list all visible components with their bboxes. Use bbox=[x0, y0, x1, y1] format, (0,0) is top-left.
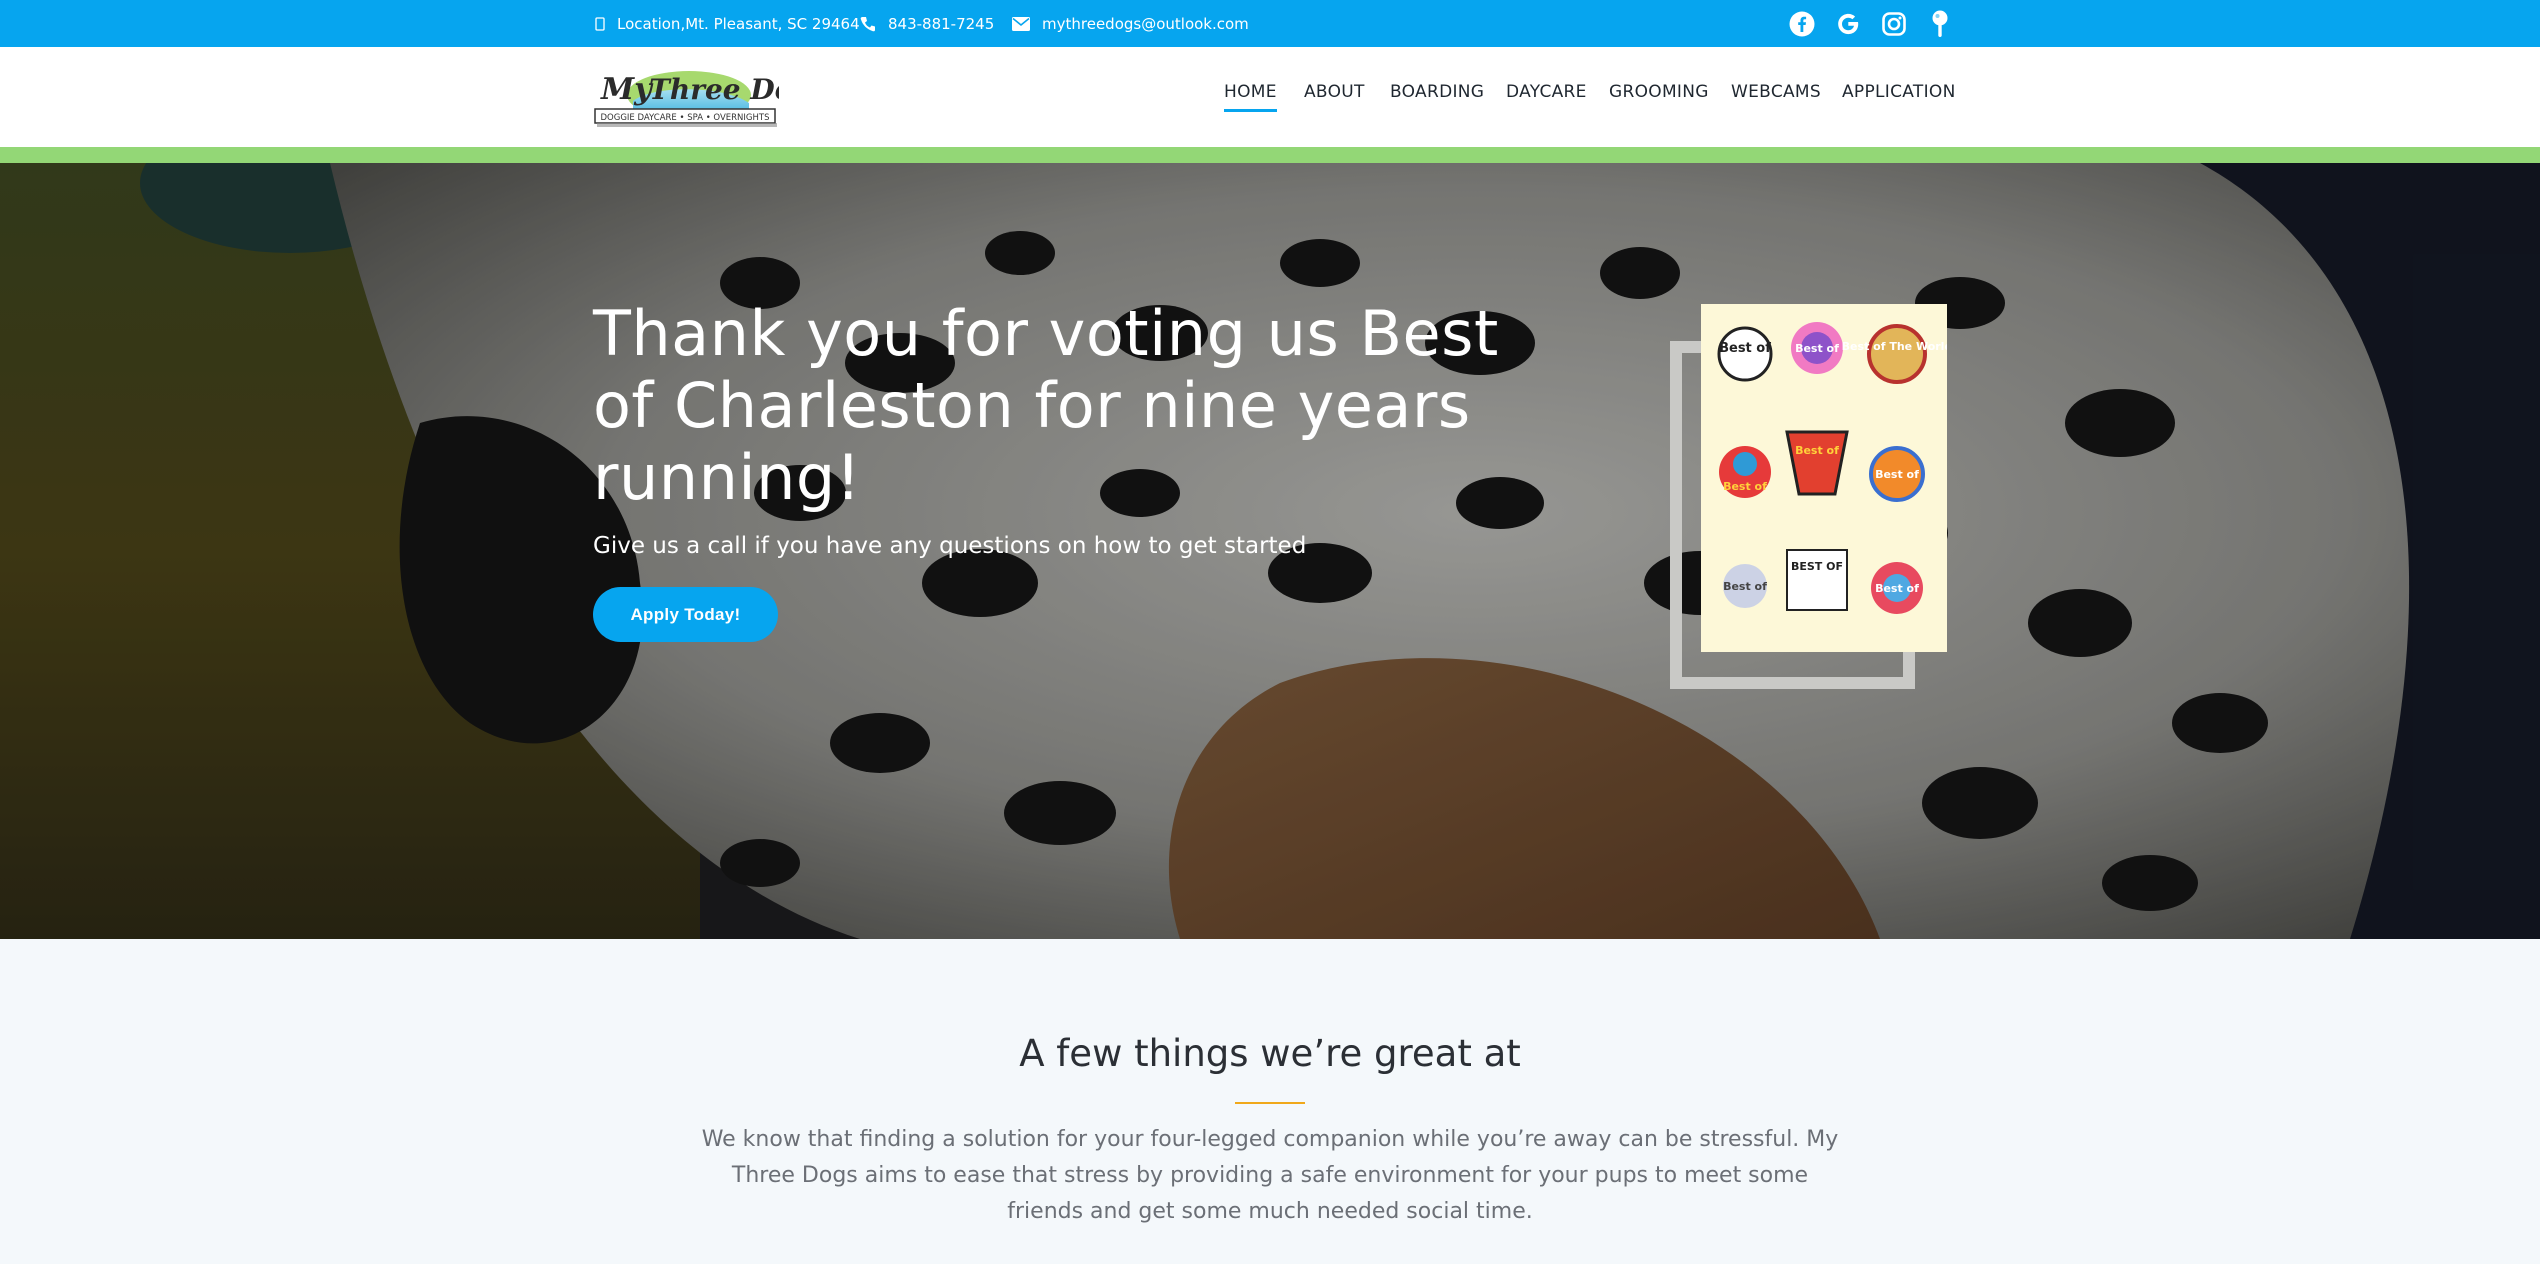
badge-3: Best of The World bbox=[1842, 340, 1947, 353]
nav-grooming[interactable]: GROOMING bbox=[1609, 82, 1709, 102]
location-text: Location,Mt. Pleasant, SC 29464 bbox=[617, 14, 860, 33]
phone-text[interactable]: 843-881-7245 bbox=[888, 15, 994, 33]
svg-text:My: My bbox=[600, 72, 654, 107]
badge-9: Best of bbox=[1875, 582, 1919, 595]
badge-8: BEST OF bbox=[1791, 560, 1843, 573]
section-description: We know that finding a solution for your… bbox=[701, 1127, 1839, 1224]
instagram-icon[interactable] bbox=[1880, 10, 1908, 38]
email-text[interactable]: mythreedogs@outlook.com bbox=[1042, 15, 1249, 33]
hero-title: Thank you for voting us Best of Charlest… bbox=[593, 297, 1499, 514]
nav-application[interactable]: APPLICATION bbox=[1842, 82, 1956, 102]
best-of-charleston-awards: Best of Best of Best of The World Best o… bbox=[1701, 304, 1952, 652]
nav-about[interactable]: ABOUT bbox=[1304, 82, 1365, 102]
hero-banner: Thank you for voting us Best of Charlest… bbox=[0, 163, 2540, 939]
top-contact-bar: Location,Mt. Pleasant, SC 29464 843-881-… bbox=[0, 0, 2540, 47]
svg-text:DOGGIE DAYCARE • SPA • OVERNIG: DOGGIE DAYCARE • SPA • OVERNIGHTS bbox=[601, 113, 770, 123]
facebook-icon[interactable] bbox=[1788, 10, 1816, 38]
badge-7: Best of bbox=[1723, 580, 1767, 593]
nav-daycare[interactable]: DAYCARE bbox=[1506, 82, 1587, 102]
nav-boarding[interactable]: BOARDING bbox=[1390, 82, 1484, 102]
badge-5: Best of bbox=[1795, 444, 1839, 457]
accent-stripe bbox=[0, 147, 2540, 163]
my-three-dogs-logo[interactable]: My Three Dogs DOGGIE DAYCARE • SPA • OVE… bbox=[593, 65, 829, 131]
google-icon[interactable] bbox=[1834, 10, 1862, 38]
apply-today-button[interactable]: Apply Today! bbox=[593, 587, 778, 642]
svg-text:Three Dogs: Three Dogs bbox=[649, 73, 779, 106]
map-marker-icon bbox=[595, 16, 605, 31]
main-navbar: My Three Dogs DOGGIE DAYCARE • SPA • OVE… bbox=[0, 47, 2540, 147]
nav-home[interactable]: HOME bbox=[1224, 82, 1277, 112]
badge-4: Best of bbox=[1723, 480, 1767, 493]
map-pin-icon[interactable] bbox=[1926, 10, 1954, 38]
phone-contact[interactable]: 843-881-7245 bbox=[860, 0, 994, 47]
section-heading: A few things we’re great at bbox=[1019, 1032, 1521, 1075]
badge-2: Best of bbox=[1795, 342, 1839, 355]
phone-icon bbox=[860, 16, 876, 32]
location-contact: Location,Mt. Pleasant, SC 29464 bbox=[595, 0, 860, 47]
heading-divider bbox=[1235, 1102, 1305, 1104]
envelope-icon bbox=[1012, 16, 1030, 31]
nav-webcams[interactable]: WEBCAMS bbox=[1731, 82, 1821, 102]
hero-subtitle: Give us a call if you have any questions… bbox=[593, 533, 1307, 559]
email-contact[interactable]: mythreedogs@outlook.com bbox=[1012, 0, 1249, 47]
award-badges: Best of Best of Best of The World Best o… bbox=[1717, 322, 1952, 614]
badge-6: Best of bbox=[1875, 468, 1919, 481]
social-links bbox=[1788, 0, 1954, 47]
badge-1: Best of bbox=[1719, 341, 1771, 356]
services-intro: A few things we’re great at We know that… bbox=[0, 939, 2540, 1264]
